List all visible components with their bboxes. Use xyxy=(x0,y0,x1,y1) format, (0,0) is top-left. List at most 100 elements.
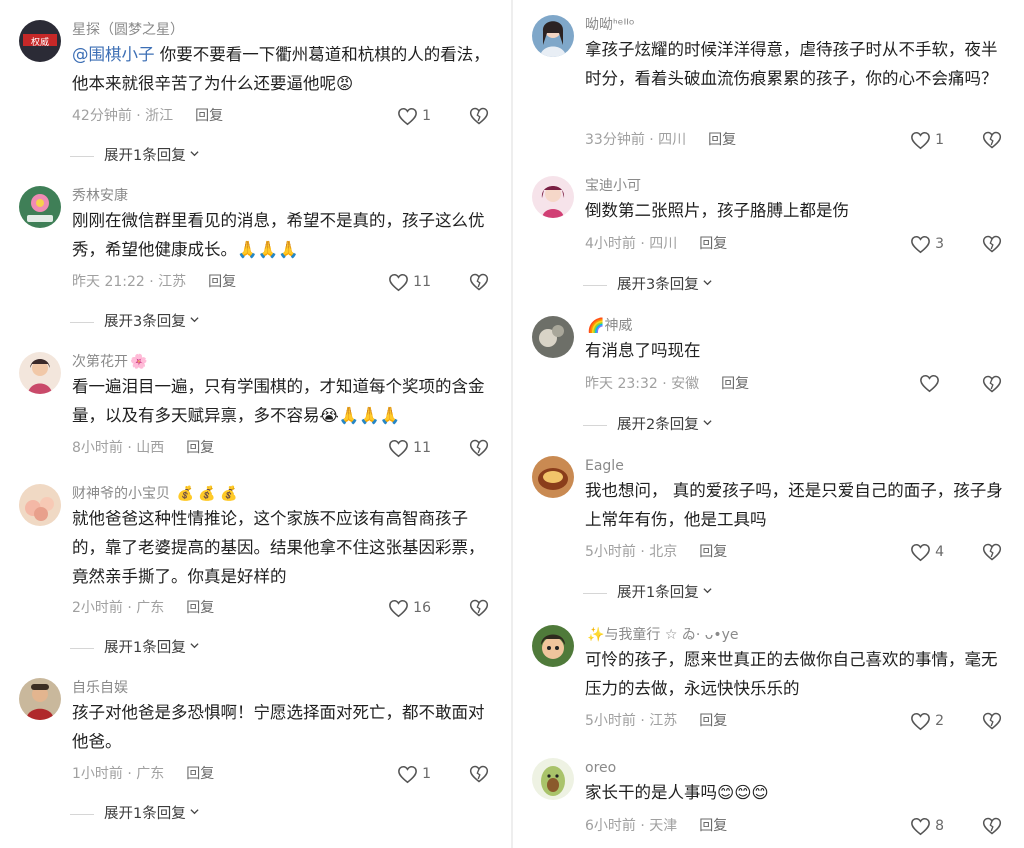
like-count: 8 xyxy=(935,818,944,834)
heart-icon xyxy=(389,273,409,291)
avatar[interactable] xyxy=(532,758,574,800)
expand-replies-button[interactable]: 展开1条回复 xyxy=(70,804,199,824)
like-button[interactable]: 8 xyxy=(910,816,944,836)
broken-heart-icon[interactable] xyxy=(469,438,489,458)
avatar[interactable] xyxy=(532,625,574,667)
like-button[interactable]: 4 xyxy=(910,542,944,562)
reply-button[interactable]: 回复 xyxy=(186,766,214,782)
heart-icon xyxy=(389,599,409,617)
username[interactable]: Eagle xyxy=(585,456,624,476)
avatar[interactable] xyxy=(19,484,61,526)
avatar[interactable] xyxy=(19,678,61,720)
username[interactable]: 自乐自娱 xyxy=(72,678,128,698)
like-button[interactable]: 11 xyxy=(388,438,431,458)
like-button[interactable]: 16 xyxy=(388,598,431,618)
heart-icon xyxy=(398,765,417,783)
like-count: 2 xyxy=(935,713,944,729)
comment-meta: 4小时前 · 四川 回复 xyxy=(585,234,727,254)
like-count: 3 xyxy=(935,236,944,252)
like-button[interactable]: 1 xyxy=(397,106,431,126)
expand-replies-button[interactable]: 展开1条回复 xyxy=(70,146,199,166)
chevron-down-icon xyxy=(190,151,199,157)
reply-button[interactable]: 回复 xyxy=(186,600,214,616)
avatar[interactable]: 权威 xyxy=(19,20,61,62)
heart-icon xyxy=(911,131,930,149)
expand-replies-button[interactable]: 展开1条回复 xyxy=(583,583,712,603)
broken-heart-icon[interactable] xyxy=(469,272,489,292)
reply-button[interactable]: 回复 xyxy=(195,108,223,124)
time-location: 2小时前 · 广东 xyxy=(72,600,165,616)
chevron-down-icon xyxy=(703,420,712,426)
reply-button[interactable]: 回复 xyxy=(699,236,727,252)
comment-meta: 5小时前 · 江苏 回复 xyxy=(585,711,727,731)
avatar[interactable] xyxy=(532,15,574,57)
comment-meta: 2小时前 · 广东 回复 xyxy=(72,598,214,618)
time-location: 1小时前 · 广东 xyxy=(72,766,165,782)
like-button[interactable]: 1 xyxy=(910,130,944,150)
username[interactable]: 次第花开 🌸 xyxy=(72,352,147,372)
heart-icon xyxy=(398,107,417,125)
reply-button[interactable]: 回复 xyxy=(708,132,736,148)
reply-button[interactable]: 回复 xyxy=(186,440,214,456)
time-location: 昨天 21:22 · 江苏 xyxy=(72,274,187,290)
expand-replies-button[interactable]: 展开3条回复 xyxy=(583,275,712,295)
time-location: 33分钟前 · 四川 xyxy=(585,132,687,148)
comment-text: 倒数第二张照片，孩子胳膊上都是伤 xyxy=(585,201,849,220)
reply-button[interactable]: 回复 xyxy=(208,274,236,290)
like-button[interactable]: 1 xyxy=(397,764,431,784)
reply-button[interactable]: 回复 xyxy=(699,713,727,729)
comment-text: 可怜的孩子，愿来世真正的去做你自己喜欢的事情，毫无压力的去做，永远快快乐乐的 xyxy=(585,650,998,698)
chevron-down-icon xyxy=(703,588,712,594)
avatar[interactable] xyxy=(532,176,574,218)
chevron-down-icon xyxy=(190,317,199,323)
broken-heart-icon[interactable] xyxy=(982,130,1002,150)
comment-text: @围棋小子 你要不要看一下衢州葛道和杭棋的人的看法，他本来就很辛苦了为什么还要逼… xyxy=(72,45,490,93)
comment-text: 就他爸爸这种性情推论，这个家族不应该有高智商孩子的，靠了老婆提高的基因。结果他拿… xyxy=(72,509,485,586)
broken-heart-icon[interactable] xyxy=(469,764,489,784)
broken-heart-icon[interactable] xyxy=(982,711,1002,731)
expand-replies-button[interactable]: 展开1条回复 xyxy=(70,638,199,658)
username[interactable]: oreo xyxy=(585,758,616,778)
like-count: 1 xyxy=(935,132,944,148)
like-button[interactable]: 11 xyxy=(388,272,431,292)
avatar[interactable] xyxy=(19,352,61,394)
like-count: 11 xyxy=(413,440,431,456)
avatar[interactable] xyxy=(532,456,574,498)
like-button[interactable]: 3 xyxy=(910,234,944,254)
broken-heart-icon[interactable] xyxy=(982,816,1002,836)
username[interactable]: 秀林安康 xyxy=(72,186,128,206)
broken-heart-icon[interactable] xyxy=(982,234,1002,254)
username[interactable]: ✨与我童行 ☆ ゐ· ᴗ•ye xyxy=(585,625,739,645)
reply-button[interactable]: 回复 xyxy=(699,818,727,834)
reply-button[interactable]: 回复 xyxy=(721,376,749,392)
comment-meta: 昨天 21:22 · 江苏 回复 xyxy=(72,272,236,292)
like-count: 4 xyxy=(935,544,944,560)
broken-heart-icon[interactable] xyxy=(469,598,489,618)
time-location: 昨天 23:32 · 安徽 xyxy=(585,376,700,392)
username[interactable]: 🌈神威 xyxy=(585,316,632,336)
avatar[interactable] xyxy=(532,316,574,358)
svg-text:权威: 权威 xyxy=(31,36,49,48)
like-button[interactable]: 2 xyxy=(910,711,944,731)
reply-button[interactable]: 回复 xyxy=(699,544,727,560)
username[interactable]: 星探（圆梦之星） xyxy=(72,20,184,40)
mention-link[interactable]: @围棋小子 xyxy=(72,45,155,64)
broken-heart-icon[interactable] xyxy=(469,106,489,126)
comment-text: 拿孩子炫耀的时候洋洋得意，虐待孩子时从不手软，夜半时分，看着头破血流伤痕累累的孩… xyxy=(585,40,998,88)
time-location: 42分钟前 · 浙江 xyxy=(72,108,174,124)
heart-icon xyxy=(911,817,930,835)
expand-replies-button[interactable]: 展开2条回复 xyxy=(583,415,712,435)
like-count: 16 xyxy=(413,600,431,616)
broken-heart-icon[interactable] xyxy=(982,374,1002,394)
comment-meta: 1小时前 · 广东 回复 xyxy=(72,764,214,784)
expand-replies-button[interactable]: 展开3条回复 xyxy=(70,312,199,332)
username[interactable]: 呦呦ᑋᵉᑊᑊᵒ xyxy=(585,15,635,35)
like-button[interactable] xyxy=(919,374,944,393)
broken-heart-icon[interactable] xyxy=(982,542,1002,562)
like-count: 1 xyxy=(422,108,431,124)
username[interactable]: 宝迪小可 xyxy=(585,176,641,196)
avatar[interactable] xyxy=(19,186,61,228)
username[interactable]: 财神爷的小宝贝 💰 💰 💰 xyxy=(72,484,238,504)
comment-text: 孩子对他爸是多恐惧啊！宁愿选择面对死亡，都不敢面对他爸。 xyxy=(72,703,485,751)
heart-icon xyxy=(389,439,409,457)
